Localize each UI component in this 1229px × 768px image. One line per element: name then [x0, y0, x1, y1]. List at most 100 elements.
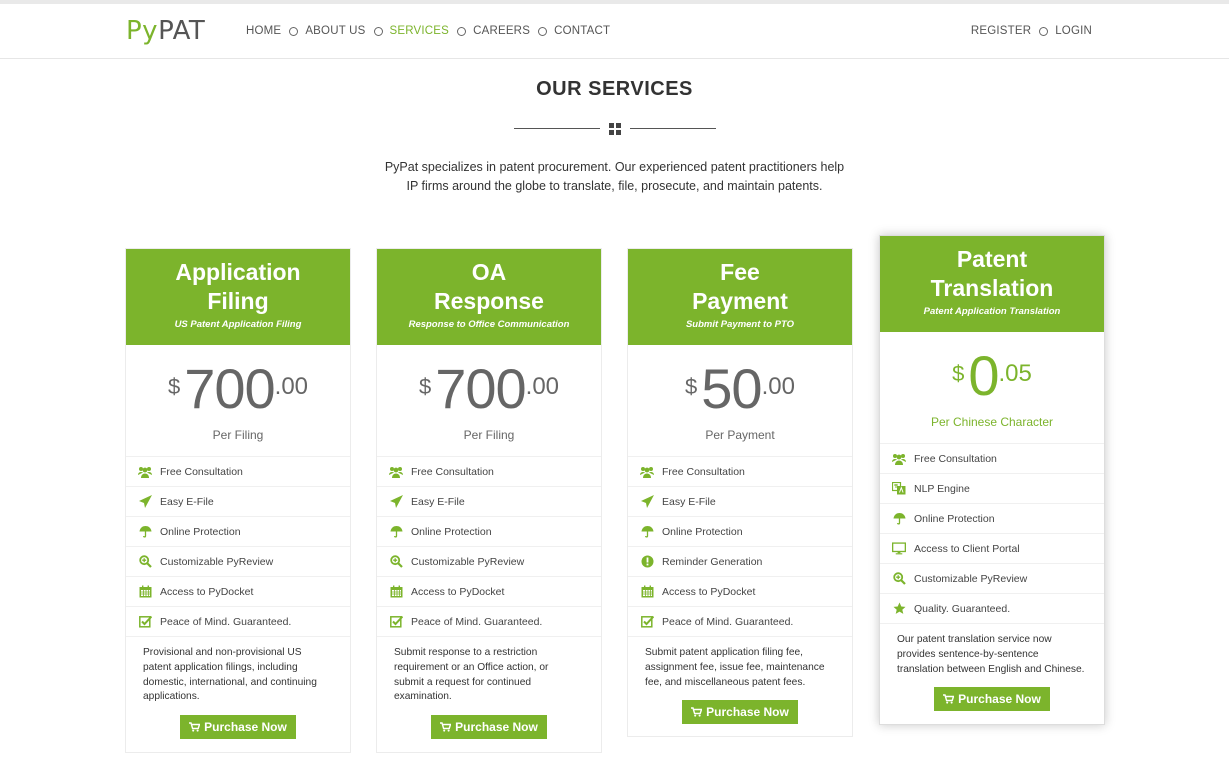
price: $50.00: [628, 361, 852, 417]
feature-item: Easy E-File: [628, 486, 852, 516]
price-currency: $: [685, 374, 698, 399]
send-icon: [138, 495, 152, 509]
feature-item: Access to Client Portal: [880, 533, 1104, 563]
calendar-icon: [389, 585, 403, 599]
card-title-line: Filing: [207, 288, 269, 314]
feature-item: Access to PyDocket: [126, 576, 350, 606]
price-amount: 700: [184, 357, 275, 420]
section-intro: PyPat specializes in patent procurement.…: [0, 158, 1229, 196]
nav-careers[interactable]: CAREERS: [473, 25, 530, 37]
nav-separator-icon: [538, 26, 548, 36]
logo-py: Py: [126, 16, 159, 46]
price-cents: .00: [274, 373, 309, 400]
card-title-line: Payment: [692, 288, 788, 314]
cart-icon: [189, 716, 201, 740]
card-subtitle: Response to Office Communication: [408, 319, 570, 330]
feature-list: Free Consultation Easy E-File Online Prote…: [126, 456, 350, 636]
feature-item: Online Protection: [628, 516, 852, 546]
feature-label: Peace of Mind. Guaranteed.: [662, 615, 794, 628]
price-currency: $: [952, 361, 965, 386]
card-subtitle: Patent Application Translation: [923, 306, 1061, 317]
feature-label: Free Consultation: [160, 465, 243, 478]
feature-item: Reminder Generation: [628, 546, 852, 576]
purchase-now-label: Purchase Now: [706, 705, 789, 720]
feature-item: Free Consultation: [377, 456, 601, 486]
feature-item: Customizable PyReview: [377, 546, 601, 576]
price-currency: $: [418, 374, 432, 399]
purchase-now-button[interactable]: Purchase Now: [180, 715, 296, 740]
checkbox-icon: [138, 615, 152, 629]
register-link[interactable]: REGISTER: [971, 25, 1031, 37]
description-line: submit a request for continued: [394, 676, 532, 688]
card-header: Application Filing US Patent Application…: [126, 249, 350, 345]
nav-contact[interactable]: CONTACT: [554, 25, 610, 37]
feature-label: Reminder Generation: [662, 555, 763, 568]
price-cents: .00: [761, 373, 795, 400]
card-header: Fee Payment Submit Payment to PTO: [628, 249, 852, 345]
feature-label: Online Protection: [411, 525, 492, 538]
purchase-now-button[interactable]: Purchase Now: [431, 715, 547, 740]
description-line: provides sentence-by-sentence: [897, 648, 1039, 660]
section-title: OUR SERVICES: [536, 78, 693, 100]
feature-label: NLP Engine: [914, 482, 970, 495]
card-header: Patent Translation Patent Application Tr…: [880, 236, 1104, 332]
purchase-now-button[interactable]: Purchase Now: [682, 700, 798, 725]
card-title: OA Response: [377, 258, 601, 316]
zoom-icon: [138, 555, 152, 569]
card-title-line: Application: [175, 259, 301, 285]
description-line: examination.: [394, 691, 452, 703]
nav-separator-icon: [1039, 26, 1049, 36]
umbrella-icon: [892, 512, 906, 526]
feature-item: Online Protection: [880, 503, 1104, 533]
send-icon: [389, 495, 403, 509]
feature-item: Easy E-File: [126, 486, 350, 516]
description-line: Submit patent application filing fee,: [645, 647, 804, 658]
feature-label: Peace of Mind. Guaranteed.: [160, 615, 292, 628]
card-title: Application Filing: [126, 258, 350, 316]
price-cents: .00: [525, 373, 560, 400]
price-amount: 50: [701, 357, 762, 420]
card-header: OA Response Response to Office Communica…: [377, 249, 601, 345]
price-currency: $: [167, 374, 181, 399]
purchase-now-label: Purchase Now: [958, 692, 1041, 707]
feature-item: Access to PyDocket: [628, 576, 852, 606]
price: $700.00: [377, 361, 601, 417]
login-link[interactable]: LOGIN: [1055, 25, 1092, 37]
feature-label: Access to PyDocket: [160, 585, 254, 598]
card-title-line: Fee: [720, 259, 760, 285]
card-title-line: Patent: [956, 246, 1028, 272]
nav-home[interactable]: HOME: [246, 25, 281, 37]
site-header: PyPAT HOME ABOUT US SERVICES CAREERS CON…: [0, 4, 1229, 59]
nav-about-us[interactable]: ABOUT US: [305, 25, 365, 37]
feature-label: Easy E-File: [662, 495, 716, 508]
monitor-icon: [892, 542, 906, 556]
card-title: Patent Translation: [880, 245, 1104, 303]
feature-label: Quality. Guaranteed.: [914, 602, 1011, 615]
card-description: Provisional and non-provisional US patent…: [126, 636, 350, 705]
checkbox-icon: [389, 615, 403, 629]
price-unit: Per Filing: [212, 428, 264, 442]
feature-item: Peace of Mind. Guaranteed.: [377, 606, 601, 636]
alert-icon: [640, 555, 654, 569]
feature-label: Online Protection: [914, 512, 995, 525]
nav-services[interactable]: SERVICES: [390, 25, 450, 37]
purchase-now-label: Purchase Now: [204, 720, 287, 735]
price-amount: 700: [435, 357, 526, 420]
logo[interactable]: PyPAT: [126, 16, 205, 46]
intro-line: IP firms around the globe to translate, …: [406, 179, 823, 193]
feature-item: NLP Engine: [880, 473, 1104, 503]
description-line: applications.: [143, 691, 200, 703]
feature-item: Customizable PyReview: [126, 546, 350, 576]
card-title-line: Translation: [930, 275, 1054, 301]
feature-item: Access to PyDocket: [377, 576, 601, 606]
price-unit: Per Chinese Character: [930, 415, 1054, 429]
feature-label: Customizable PyReview: [914, 572, 1028, 585]
description-line: assignment fee, issue fee, maintenance: [645, 661, 825, 673]
umbrella-icon: [640, 525, 654, 539]
card-title: Fee Payment: [628, 258, 852, 316]
divider-line: [630, 128, 716, 129]
feature-label: Easy E-File: [160, 495, 214, 508]
zoom-icon: [892, 572, 906, 586]
description-line: Submit response to a restriction: [394, 647, 538, 658]
purchase-now-button[interactable]: Purchase Now: [934, 687, 1050, 712]
